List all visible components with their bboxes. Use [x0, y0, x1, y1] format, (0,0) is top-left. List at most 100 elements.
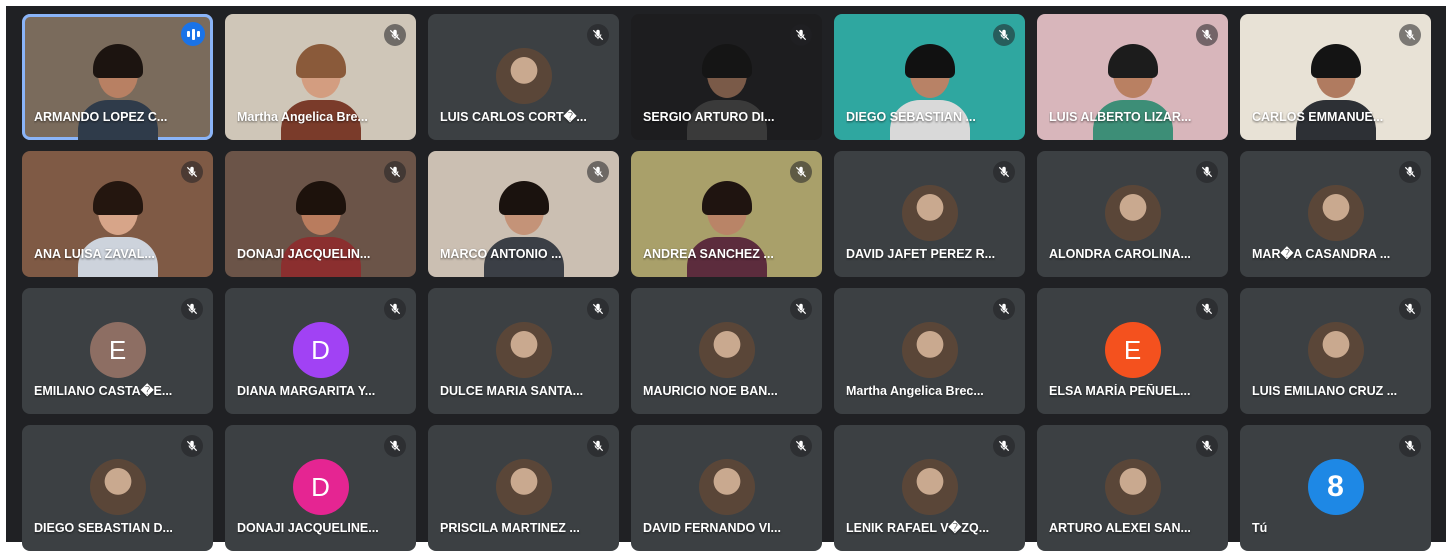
- participant-tile[interactable]: Martha Angelica Bre...: [225, 14, 416, 140]
- participant-tile[interactable]: MAURICIO NOE BAN...: [631, 288, 822, 414]
- participant-tile[interactable]: LUIS ALBERTO LIZAR...: [1037, 14, 1228, 140]
- participant-tile[interactable]: SERGIO ARTURO DI...: [631, 14, 822, 140]
- participant-name: LENIK RAFAEL V�ZQ...: [846, 521, 990, 535]
- mic-off-icon: [993, 435, 1015, 457]
- participant-name: ARTURO ALEXEI SAN...: [1049, 521, 1191, 535]
- mic-off-icon: [993, 161, 1015, 183]
- participant-name: Martha Angelica Brec...: [846, 384, 984, 398]
- participant-video: [686, 44, 767, 140]
- participant-tile[interactable]: ANDREA SANCHEZ ...: [631, 151, 822, 277]
- participant-avatar: [698, 322, 755, 378]
- mic-off-icon: [587, 161, 609, 183]
- participant-tile[interactable]: D DIANA MARGARITA Y...: [225, 288, 416, 414]
- participant-tile[interactable]: DAVID JAFET PEREZ R...: [834, 151, 1025, 277]
- participant-name: MARCO ANTONIO ...: [440, 247, 562, 261]
- participant-avatar: [901, 185, 958, 241]
- mic-off-icon: [1196, 435, 1218, 457]
- participant-video: [280, 181, 361, 277]
- participant-tile[interactable]: ARMANDO LOPEZ C...: [22, 14, 213, 140]
- participant-video: [280, 44, 361, 140]
- mic-off-icon: [384, 24, 406, 46]
- participant-name: SERGIO ARTURO DI...: [643, 110, 775, 124]
- participant-name: LUIS CARLOS CORT�...: [440, 110, 587, 124]
- mic-off-icon: [587, 435, 609, 457]
- participant-name: MAURICIO NOE BAN...: [643, 384, 778, 398]
- mic-off-icon: [384, 161, 406, 183]
- participant-avatar: [1104, 185, 1161, 241]
- mic-off-icon: [790, 161, 812, 183]
- participant-name: DONAJI JACQUELINE...: [237, 521, 379, 535]
- participant-name: CARLOS EMMANUE...: [1252, 110, 1384, 124]
- mic-off-icon: [993, 24, 1015, 46]
- participant-name: DIEGO SEBASTIAN D...: [34, 521, 173, 535]
- participant-name: MAR�A CASANDRA ...: [1252, 247, 1391, 261]
- participant-tile[interactable]: E EMILIANO CASTA�E...: [22, 288, 213, 414]
- participant-tile[interactable]: MARCO ANTONIO ...: [428, 151, 619, 277]
- participant-avatar: [698, 459, 755, 515]
- participant-name: ELSA MARÍA PEÑUEL...: [1049, 384, 1191, 398]
- participant-name: DAVID FERNANDO VI...: [643, 521, 781, 535]
- speaking-indicator-icon: [181, 22, 205, 46]
- participant-video: [1092, 44, 1173, 140]
- participant-tile[interactable]: ARTURO ALEXEI SAN...: [1037, 425, 1228, 551]
- mic-off-icon: [1196, 161, 1218, 183]
- participant-video: [686, 181, 767, 277]
- participant-tile[interactable]: DIEGO SEBASTIAN ...: [834, 14, 1025, 140]
- mic-off-icon: [1399, 24, 1421, 46]
- participant-name: DONAJI JACQUELIN...: [237, 247, 371, 261]
- participant-tile[interactable]: ALONDRA CAROLINA...: [1037, 151, 1228, 277]
- mic-off-icon: [1196, 24, 1218, 46]
- participant-avatar: [1307, 322, 1364, 378]
- participant-tile[interactable]: Martha Angelica Brec...: [834, 288, 1025, 414]
- participant-name: ARMANDO LOPEZ C...: [34, 110, 168, 124]
- participant-avatar: [89, 459, 146, 515]
- participant-tile[interactable]: DULCE MARIA SANTA...: [428, 288, 619, 414]
- participant-avatar: 8: [1307, 459, 1364, 515]
- participant-tile[interactable]: CARLOS EMMANUE...: [1240, 14, 1431, 140]
- mic-off-icon: [790, 24, 812, 46]
- participant-name: ANDREA SANCHEZ ...: [643, 247, 774, 261]
- participant-tile[interactable]: E ELSA MARÍA PEÑUEL...: [1037, 288, 1228, 414]
- participant-avatar: [495, 459, 552, 515]
- participant-tile[interactable]: PRISCILA MARTINEZ ...: [428, 425, 619, 551]
- participant-name: DIANA MARGARITA Y...: [237, 384, 376, 398]
- meeting-stage: ARMANDO LOPEZ C... Martha Angelica Bre...…: [6, 6, 1446, 551]
- participant-tile[interactable]: DAVID FERNANDO VI...: [631, 425, 822, 551]
- participant-video: [77, 44, 158, 140]
- participant-avatar: [1104, 459, 1161, 515]
- mic-off-icon: [181, 435, 203, 457]
- mic-off-icon: [181, 298, 203, 320]
- participant-tile[interactable]: MAR�A CASANDRA ...: [1240, 151, 1431, 277]
- participant-avatar: [1307, 185, 1364, 241]
- participant-name: PRISCILA MARTINEZ ...: [440, 521, 580, 535]
- participant-tile[interactable]: DIEGO SEBASTIAN D...: [22, 425, 213, 551]
- participant-avatar: [495, 48, 552, 104]
- participant-tile[interactable]: DONAJI JACQUELIN...: [225, 151, 416, 277]
- mic-off-icon: [384, 298, 406, 320]
- participant-tile[interactable]: LUIS EMILIANO CRUZ ...: [1240, 288, 1431, 414]
- participant-tile[interactable]: LUIS CARLOS CORT�...: [428, 14, 619, 140]
- mic-off-icon: [1399, 161, 1421, 183]
- participant-video: [77, 181, 158, 277]
- mic-off-icon: [790, 435, 812, 457]
- participant-tile[interactable]: 8 Tú: [1240, 425, 1431, 551]
- participant-name: DULCE MARIA SANTA...: [440, 384, 584, 398]
- participant-tile[interactable]: D DONAJI JACQUELINE...: [225, 425, 416, 551]
- mic-off-icon: [993, 298, 1015, 320]
- participant-avatar: D: [292, 459, 349, 515]
- participant-name: DIEGO SEBASTIAN ...: [846, 110, 976, 124]
- participant-name: Martha Angelica Bre...: [237, 110, 368, 124]
- mic-off-icon: [181, 161, 203, 183]
- participant-tile[interactable]: ANA LUISA ZAVAL...: [22, 151, 213, 277]
- participant-name: ANA LUISA ZAVAL...: [34, 247, 155, 261]
- participant-tile[interactable]: LENIK RAFAEL V�ZQ...: [834, 425, 1025, 551]
- participant-avatar: [901, 322, 958, 378]
- mic-off-icon: [587, 298, 609, 320]
- participant-avatar: D: [292, 322, 349, 378]
- mic-off-icon: [384, 435, 406, 457]
- participant-grid: ARMANDO LOPEZ C... Martha Angelica Bre...…: [22, 14, 1431, 551]
- participant-video: [483, 181, 564, 277]
- participant-name: EMILIANO CASTA�E...: [34, 384, 173, 398]
- participant-name: DAVID JAFET PEREZ R...: [846, 247, 996, 261]
- mic-off-icon: [587, 24, 609, 46]
